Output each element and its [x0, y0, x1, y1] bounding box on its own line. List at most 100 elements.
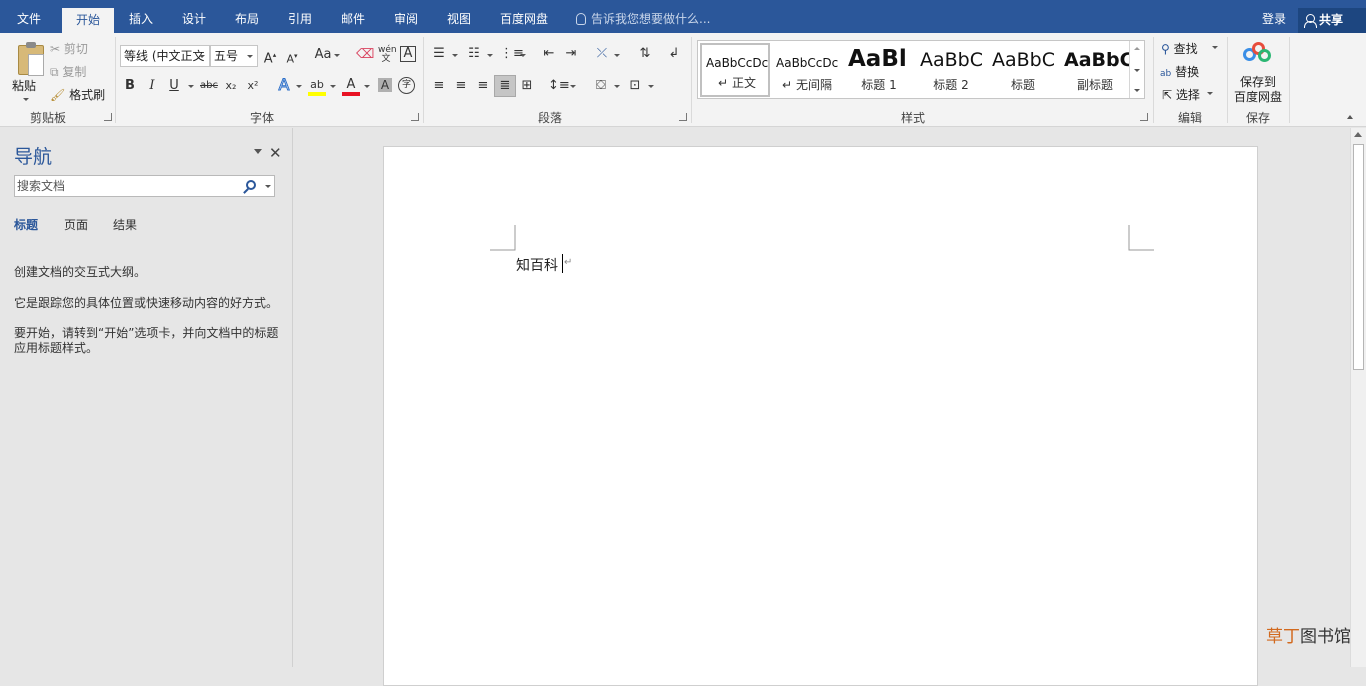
select-dropdown-icon[interactable] [1207, 92, 1213, 95]
shading-dropdown-icon[interactable] [614, 85, 620, 88]
chinese-layout-button[interactable]: ⤫ [593, 46, 611, 62]
vertical-scrollbar[interactable] [1350, 128, 1366, 667]
copy-icon: ⧉ [50, 65, 59, 79]
tab-insert[interactable]: 插入 [118, 0, 164, 33]
tab-view[interactable]: 视图 [437, 0, 481, 33]
subscript-button[interactable]: x₂ [223, 78, 239, 94]
bullets-button[interactable]: ☰ [430, 46, 448, 62]
nav-tab-results[interactable]: 结果 [113, 216, 137, 233]
paste-button[interactable]: 粘贴 [6, 37, 44, 103]
tab-mailings[interactable]: 邮件 [331, 0, 375, 33]
style-heading-1[interactable]: AaBl 标题 1 [844, 43, 914, 97]
shrink-font-button[interactable]: A▾ [284, 48, 300, 68]
pane-options-icon[interactable] [254, 149, 262, 154]
grow-font-button[interactable]: A▴ [262, 47, 278, 67]
styles-gallery-scroll[interactable] [1129, 41, 1144, 98]
tab-baidu-netdisk[interactable]: 百度网盘 [492, 0, 556, 33]
nav-tab-headings[interactable]: 标题 [14, 216, 38, 233]
justify-button[interactable]: ≣ [494, 75, 516, 97]
line-spacing-button[interactable]: ↕≡ [548, 78, 570, 94]
font-size-select[interactable]: 五号 [210, 45, 258, 67]
italic-button[interactable]: I [144, 78, 160, 94]
nav-tab-pages[interactable]: 页面 [64, 216, 88, 233]
navigation-hint-3: 要开始，请转到“开始”选项卡，并向文档中的标题应用标题样式。 [14, 326, 279, 355]
underline-button[interactable]: U [166, 78, 182, 94]
find-dropdown-icon[interactable] [1212, 46, 1218, 49]
close-icon[interactable]: ✕ [269, 144, 282, 162]
paragraph-launcher-icon[interactable] [679, 113, 687, 121]
bold-button[interactable]: B [122, 78, 138, 94]
phonetic-guide-button[interactable]: wén 文 [378, 46, 397, 64]
borders-dropdown-icon[interactable] [648, 85, 654, 88]
text-effects-dropdown-icon[interactable] [296, 85, 302, 88]
strikethrough-button[interactable]: abc [198, 78, 220, 94]
navigation-search-input[interactable] [17, 177, 237, 195]
select-button[interactable]: ⇱ 选择 [1162, 86, 1200, 103]
font-launcher-icon[interactable] [411, 113, 419, 121]
clear-formatting-button[interactable]: ⌫ [356, 47, 374, 63]
style-title[interactable]: AaBbC 标题 [988, 43, 1058, 97]
tab-file[interactable]: 文件 [8, 0, 50, 33]
font-color-button[interactable]: A [342, 77, 360, 96]
style-heading-2[interactable]: AaBbC 标题 2 [916, 43, 986, 97]
multilevel-dropdown-icon[interactable] [520, 54, 526, 57]
style-no-spacing[interactable]: AaBbCcDc ↵ 无间隔 [772, 43, 842, 97]
character-border-button[interactable]: A [400, 46, 416, 62]
cut-button[interactable]: ✂ 剪切 [50, 40, 88, 57]
tab-design[interactable]: 设计 [172, 0, 216, 33]
search-icon[interactable] [246, 180, 256, 190]
font-family-select[interactable]: 等线 (中文正文 [120, 45, 210, 67]
numbering-dropdown-icon[interactable] [487, 54, 493, 57]
clipboard-launcher-icon[interactable] [104, 113, 112, 121]
enclose-characters-button[interactable]: 字 [398, 77, 415, 94]
document-body-text[interactable]: 知百科 [516, 255, 558, 275]
font-color-dropdown-icon[interactable] [364, 85, 370, 88]
change-case-button[interactable]: Aa [312, 47, 334, 63]
tab-home[interactable]: 开始 [62, 8, 114, 33]
style-normal[interactable]: AaBbCcDc ↵ 正文 [700, 43, 770, 97]
login-button[interactable]: 登录 [1262, 0, 1286, 33]
replace-button[interactable]: ab 替换 [1160, 63, 1199, 80]
share-button[interactable]: 共享 [1298, 8, 1366, 33]
more-styles-icon[interactable] [1134, 89, 1140, 92]
show-marks-button[interactable]: ↲ [667, 46, 681, 62]
search-options-dropdown-icon[interactable] [265, 185, 271, 188]
line-spacing-dropdown-icon[interactable] [570, 85, 576, 88]
increase-indent-button[interactable]: ⇥ [562, 46, 580, 62]
text-effects-button[interactable]: A [276, 76, 292, 93]
style-subtitle[interactable]: AaBbC 副标题 [1060, 43, 1130, 97]
document-page[interactable]: 知百科 ↵ [383, 146, 1258, 686]
multilevel-list-button[interactable]: ⋮≡ [500, 46, 524, 62]
superscript-button[interactable]: x² [245, 78, 261, 94]
borders-button[interactable]: ⊡ [626, 78, 644, 94]
character-shading-button[interactable]: A [378, 78, 392, 92]
tab-layout[interactable]: 布局 [225, 0, 269, 33]
save-to-baidu-button[interactable]: 保存到 百度网盘 [1230, 37, 1286, 105]
highlight-button[interactable]: ab [308, 77, 326, 96]
tab-references[interactable]: 引用 [278, 0, 322, 33]
styles-launcher-icon[interactable] [1140, 113, 1148, 121]
numbering-button[interactable]: ☷ [465, 46, 483, 62]
copy-button[interactable]: ⧉ 复制 [50, 63, 86, 80]
underline-dropdown-icon[interactable] [188, 85, 194, 88]
scroll-up-icon[interactable] [1134, 47, 1140, 50]
tab-review[interactable]: 审阅 [384, 0, 428, 33]
align-left-button[interactable]: ≡ [430, 78, 448, 94]
scroll-down-icon[interactable] [1134, 69, 1140, 72]
collapse-ribbon-icon[interactable] [1347, 115, 1353, 119]
chinese-layout-dropdown-icon[interactable] [614, 54, 620, 57]
sort-button[interactable]: ⇅ [636, 46, 654, 62]
format-painter-button[interactable]: 🖌 格式刷 [50, 86, 105, 103]
decrease-indent-button[interactable]: ⇤ [540, 46, 558, 62]
shading-button[interactable]: ⛋ [592, 78, 610, 94]
find-button[interactable]: ⚲ 查找 [1161, 40, 1198, 57]
align-right-button[interactable]: ≡ [474, 78, 492, 94]
highlight-dropdown-icon[interactable] [330, 85, 336, 88]
change-case-dropdown-icon[interactable] [334, 54, 340, 57]
scroll-up-arrow-icon[interactable] [1354, 132, 1362, 137]
scrollbar-thumb[interactable] [1353, 144, 1364, 370]
distributed-button[interactable]: ⊞ [518, 78, 536, 94]
tell-me-box[interactable]: 告诉我您想要做什么... [576, 0, 710, 33]
bullets-dropdown-icon[interactable] [452, 54, 458, 57]
align-center-button[interactable]: ≡ [452, 78, 470, 94]
